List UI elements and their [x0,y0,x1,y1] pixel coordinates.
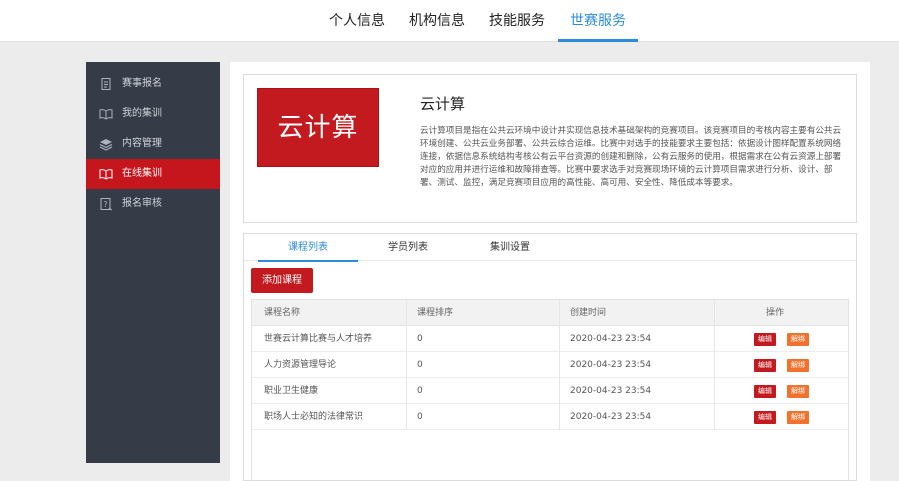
edit-button[interactable]: 编辑 [754,385,776,398]
project-title: 云计算 [420,95,466,113]
course-created: 2020-04-23 23:54 [570,386,652,396]
sidebar-item-my-training[interactable]: 我的集训 [86,99,220,129]
course-panel: 课程列表 学员列表 集训设置 添加课程 课程名称 课程排序 创建时间 操作 世赛… [243,233,857,481]
document-icon [99,77,113,91]
course-order: 0 [417,334,423,344]
edit-button[interactable]: 编辑 [754,411,776,424]
column-divider [714,300,715,430]
edit-button[interactable]: 编辑 [754,333,776,346]
column-header-actions: 操作 [766,308,785,318]
table-row: 职业卫生健康 0 2020-04-23 23:54 编辑 解绑 [252,378,848,404]
sidebar-item-label: 报名审核 [122,198,162,209]
project-description: 云计算项目是指在公共云环境中设计并实现信息技术基础架构的竞赛项目。该竞赛项目的考… [420,126,842,189]
course-created: 2020-04-23 23:54 [570,334,652,344]
table-header: 课程名称 课程排序 创建时间 操作 [252,300,848,326]
subtabs: 课程列表 学员列表 集训设置 [244,234,856,262]
course-table: 课程名称 课程排序 创建时间 操作 世赛云计算比赛与人才培养 0 2020-04… [251,299,849,481]
tab-training-settings[interactable]: 集训设置 [470,234,550,261]
tab-skill-service[interactable]: 技能服务 [484,0,550,42]
review-icon: ? [99,197,113,211]
project-logo: 云计算 [257,88,379,167]
unbind-button[interactable]: 解绑 [787,333,809,346]
column-header-created: 创建时间 [570,308,607,318]
book-icon [99,167,113,181]
sidebar-item-registration-review[interactable]: ? 报名审核 [86,189,220,219]
column-divider [559,300,560,430]
column-header-order: 课程排序 [417,308,454,318]
sidebar-item-label: 在线集训 [122,168,162,179]
unbind-button[interactable]: 解绑 [787,411,809,424]
tab-org-info[interactable]: 机构信息 [404,0,470,42]
book-icon [99,107,113,121]
unbind-button[interactable]: 解绑 [787,359,809,372]
course-name: 人力资源管理导论 [264,360,337,370]
course-order: 0 [417,360,423,370]
main-panel: 云计算 云计算 云计算项目是指在公共云环境中设计并实现信息技术基础架构的竞赛项目… [230,62,870,481]
edit-button[interactable]: 编辑 [754,359,776,372]
tab-worldskills-service[interactable]: 世赛服务 [558,0,638,42]
top-navigation: 个人信息 机构信息 技能服务 世赛服务 [0,0,899,42]
layers-icon [99,137,113,151]
sidebar-item-online-training[interactable]: 在线集训 [86,159,220,189]
course-name: 职业卫生健康 [264,386,319,396]
course-name: 世赛云计算比赛与人才培养 [264,334,373,344]
table-row: 人力资源管理导论 0 2020-04-23 23:54 编辑 解绑 [252,352,848,378]
add-course-button[interactable]: 添加课程 [251,268,313,293]
course-created: 2020-04-23 23:54 [570,412,652,422]
column-divider [406,300,407,430]
unbind-button[interactable]: 解绑 [787,385,809,398]
sidebar-item-label: 赛事报名 [122,78,162,89]
course-order: 0 [417,386,423,396]
course-order: 0 [417,412,423,422]
tab-student-list[interactable]: 学员列表 [368,234,448,261]
tab-course-list[interactable]: 课程列表 [258,234,358,262]
course-created: 2020-04-23 23:54 [570,360,652,370]
course-name: 职场人士必知的法律常识 [264,412,364,422]
sidebar: 赛事报名 我的集训 内容管理 在线集训 ? 报名审核 [86,62,220,463]
column-header-name: 课程名称 [264,308,301,318]
tab-personal-info[interactable]: 个人信息 [324,0,390,42]
sidebar-item-label: 我的集训 [122,108,162,119]
sidebar-item-content-management[interactable]: 内容管理 [86,129,220,159]
table-row: 世赛云计算比赛与人才培养 0 2020-04-23 23:54 编辑 解绑 [252,326,848,352]
sidebar-item-label: 内容管理 [122,138,162,149]
project-intro-card: 云计算 云计算 云计算项目是指在公共云环境中设计并实现信息技术基础架构的竞赛项目… [243,74,857,223]
svg-text:?: ? [103,200,107,209]
table-row: 职场人士必知的法律常识 0 2020-04-23 23:54 编辑 解绑 [252,404,848,430]
sidebar-item-event-registration[interactable]: 赛事报名 [86,69,220,99]
